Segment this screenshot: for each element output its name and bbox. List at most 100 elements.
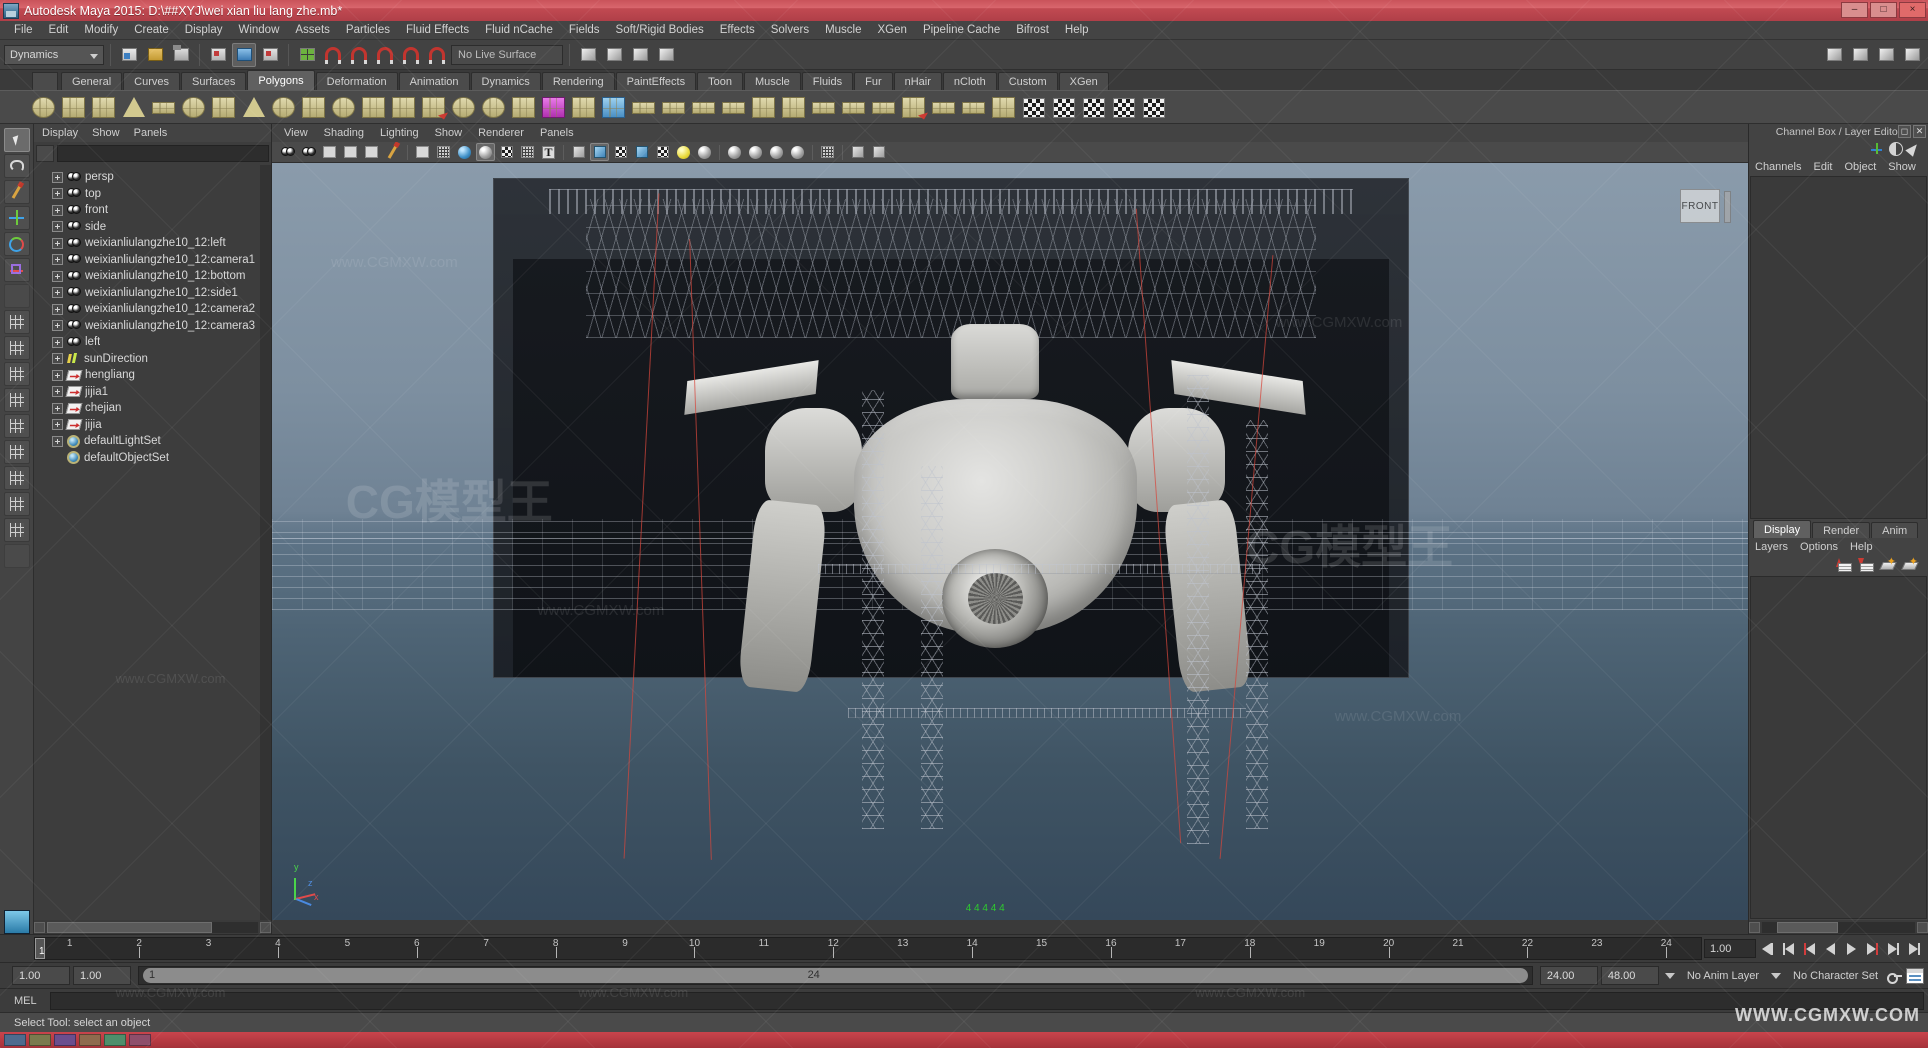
poly-pyramid-button[interactable]: [240, 94, 267, 121]
outliner-row[interactable]: jijia1: [34, 384, 260, 401]
expand-plus-icon[interactable]: [52, 353, 63, 365]
shelf-tab-nhair[interactable]: nHair: [893, 72, 942, 90]
move-layer-up-icon[interactable]: [1836, 558, 1852, 572]
new-scene-button[interactable]: [117, 43, 141, 67]
single-perspective-layout-button[interactable]: [3, 310, 30, 334]
xray-icon[interactable]: [497, 143, 516, 161]
go-to-end-button[interactable]: [1905, 939, 1924, 958]
display-textures-icon[interactable]: [632, 143, 651, 161]
poly-helix-button[interactable]: [300, 94, 327, 121]
bridge-button[interactable]: [600, 94, 627, 121]
undo-button[interactable]: [206, 43, 230, 67]
viewport-menu-view[interactable]: View: [284, 127, 308, 139]
maximize-button[interactable]: □: [1870, 2, 1897, 18]
two-d-pan-zoom-icon[interactable]: [362, 143, 381, 161]
save-scene-button[interactable]: [169, 43, 193, 67]
poly-prism-button[interactable]: [210, 94, 237, 121]
outliner-vertical-scrollbar[interactable]: [260, 165, 271, 920]
layout-dropdown-button[interactable]: [3, 544, 30, 568]
camera-attributes-icon[interactable]: [299, 143, 318, 161]
shelf-tab-ncloth[interactable]: nCloth: [942, 72, 997, 90]
shelf-tab-deformation[interactable]: Deformation: [315, 72, 398, 90]
menu-display[interactable]: Display: [177, 21, 231, 40]
tab-anim-layers[interactable]: Anim: [1871, 522, 1919, 538]
snap-to-projected-center-button[interactable]: [373, 43, 397, 67]
texture-filter-icon[interactable]: [653, 143, 672, 161]
channel-box-menu-channels[interactable]: Channels: [1755, 161, 1801, 173]
menu-fluid-ncache[interactable]: Fluid nCache: [477, 21, 561, 40]
menu-effects[interactable]: Effects: [712, 21, 763, 40]
relationship-editor-layout-button[interactable]: [3, 466, 30, 490]
ambient-occlusion-icon[interactable]: [746, 143, 765, 161]
expand-plus-icon[interactable]: [52, 237, 63, 249]
step-forward-frame-button[interactable]: [1863, 939, 1882, 958]
outliner-scroll-left-button[interactable]: [34, 921, 45, 933]
shelf-tab-painteffects[interactable]: PaintEffects: [615, 72, 697, 90]
outliner-horizontal-scrollbar[interactable]: [47, 921, 258, 933]
poly-sphere-button[interactable]: [30, 94, 57, 121]
hardware-texturing-icon[interactable]: [611, 143, 630, 161]
uv-checker-5-button[interactable]: [1140, 94, 1167, 121]
wireframe-shading-icon[interactable]: [413, 143, 432, 161]
ipr-render-button[interactable]: [1848, 43, 1872, 67]
taskbar-item-3[interactable]: [54, 1034, 76, 1046]
rotate-tool-button[interactable]: [3, 232, 30, 256]
outliner-row[interactable]: front: [34, 202, 260, 219]
poly-extrude-button[interactable]: [540, 94, 567, 121]
layer-scroll-left-button[interactable]: [1749, 921, 1760, 933]
expand-plus-icon[interactable]: [52, 287, 63, 299]
make-live-button[interactable]: [425, 43, 449, 67]
select-by-hierarchy-button[interactable]: [258, 43, 282, 67]
character-set-chevron-down-icon[interactable]: [1771, 972, 1782, 979]
mirror-geometry-button[interactable]: [930, 94, 957, 121]
isolate-select-icon[interactable]: [818, 143, 837, 161]
expand-plus-icon[interactable]: [52, 386, 63, 398]
poly-cone-button[interactable]: [120, 94, 147, 121]
create-layer-from-selected-icon[interactable]: ✦: [1901, 557, 1919, 572]
wedge-face-button[interactable]: [660, 94, 687, 121]
paint-select-tool-button[interactable]: [3, 180, 30, 204]
poly-cube-button[interactable]: [60, 94, 87, 121]
poly-cylinder-button[interactable]: [90, 94, 117, 121]
show-hide-editors-button[interactable]: [576, 43, 600, 67]
view-gizmo-side-face[interactable]: [1724, 191, 1731, 223]
tab-render-layers[interactable]: Render: [1812, 522, 1871, 538]
layer-menu-help[interactable]: Help: [1850, 541, 1873, 553]
smooth-button[interactable]: [480, 94, 507, 121]
tab-display-layers[interactable]: Display: [1753, 520, 1812, 538]
expand-plus-icon[interactable]: [52, 419, 63, 431]
shelf-tab-animation[interactable]: Animation: [398, 72, 470, 90]
persp-outliner-layout-button[interactable]: [3, 362, 30, 386]
outliner-row[interactable]: persp: [34, 169, 260, 186]
shade-objects-icon[interactable]: [455, 143, 474, 161]
menu-fields[interactable]: Fields: [561, 21, 608, 40]
poly-torus-button[interactable]: [180, 94, 207, 121]
move-tool-button[interactable]: [3, 206, 30, 230]
outliner-menu-panels[interactable]: Panels: [134, 127, 168, 139]
uv-checker-2-button[interactable]: [1050, 94, 1077, 121]
auto-keyframe-toggle-icon[interactable]: [1887, 969, 1903, 984]
outliner-row[interactable]: chejian: [34, 400, 260, 417]
time-slider[interactable]: 1 1 2 3 4 5 6 7 8 9 10 11 12 13 14 15 16 17 18 19 20 21 22 23 2…: [34, 937, 1702, 960]
uv-checker-4-button[interactable]: [1110, 94, 1137, 121]
image-plane-icon[interactable]: [341, 143, 360, 161]
play-forwards-button[interactable]: [1842, 939, 1861, 958]
outliner-row[interactable]: weixianliulangzhe10_12:camera2: [34, 301, 260, 318]
menu-help[interactable]: Help: [1057, 21, 1097, 40]
close-button[interactable]: ×: [1899, 2, 1926, 18]
expand-plus-icon[interactable]: [52, 204, 63, 216]
poly-platonic-button[interactable]: [360, 94, 387, 121]
offset-edge-loop-button[interactable]: [840, 94, 867, 121]
hypershade-button[interactable]: [1900, 43, 1924, 67]
menu-muscle[interactable]: Muscle: [817, 21, 869, 40]
single-view-icon[interactable]: [848, 143, 867, 161]
lasso-tool-button[interactable]: [3, 154, 30, 178]
layer-horizontal-scrollbar[interactable]: [1762, 921, 1915, 933]
expand-plus-icon[interactable]: [52, 402, 63, 414]
menu-bifrost[interactable]: Bifrost: [1008, 21, 1057, 40]
bevel-button[interactable]: [570, 94, 597, 121]
live-surface-field[interactable]: No Live Surface: [451, 44, 563, 65]
split-polygon-button[interactable]: [780, 94, 807, 121]
outliner-row[interactable]: weixianliulangzhe10_12:camera1: [34, 252, 260, 269]
playback-end-time-field[interactable]: 24.00: [1539, 966, 1598, 985]
